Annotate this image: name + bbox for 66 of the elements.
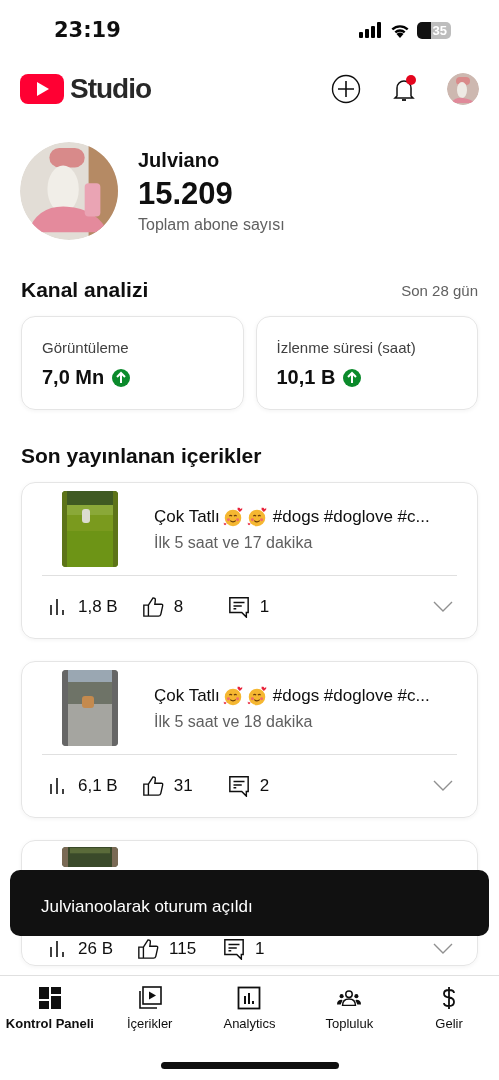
like-count: 115 [169, 939, 198, 959]
logo-text: Studio [70, 73, 152, 105]
metric-label: Görüntüleme [42, 339, 130, 356]
comment-count: 1 [259, 597, 271, 617]
comment-icon [223, 938, 245, 960]
dashboard-icon [37, 986, 62, 1010]
view-count: 6,1 B [78, 776, 118, 796]
period-label: Son 28 gün [401, 281, 478, 299]
video-hashtags: #dogs #doglove #c... [272, 507, 430, 527]
channel-name: Julviano [138, 148, 221, 172]
comment-count: 1 [255, 939, 266, 959]
toast-text: Julvianoolarak oturum açıldı [41, 897, 253, 917]
video-library-icon [137, 986, 162, 1010]
signal-icon [359, 22, 383, 38]
thumbs-up-icon [141, 596, 164, 618]
video-card[interactable]: Çok Tatlı #dogs #doglove #c... İlk 5 saat ve 17 dakika 1,8 B 8 1 [21, 482, 478, 639]
metric-value: 10,1 B [276, 366, 336, 389]
subscriber-count: 15.209 [138, 175, 234, 212]
bar-chart-icon [50, 599, 64, 615]
thumbs-up-icon [137, 938, 159, 960]
section-title: Son yayınlanan içerikler [21, 444, 262, 467]
section-title: Kanal analizi [21, 278, 149, 302]
bar-chart-icon [50, 778, 64, 794]
nav-tab[interactable]: Analytics [199, 976, 300, 1046]
smiling-face-icon [221, 685, 244, 707]
nav-tab[interactable]: Gelir [399, 976, 499, 1046]
metric-card[interactable]: Görüntüleme 7,0 Mn [21, 316, 244, 410]
play-logo-icon [20, 74, 64, 104]
comment-icon [227, 775, 250, 797]
video-card[interactable]: Çok Tatlı #dogs #doglove #c... İlk 5 saat ve 18 dakika 6,1 B 31 2 [21, 661, 478, 818]
chevron-down-icon [433, 943, 453, 955]
nav-tab[interactable]: İçerikler [99, 976, 200, 1046]
video-title: Çok Tatlı [154, 686, 220, 706]
smiling-face-icon [245, 685, 268, 707]
metric-label: İzlenme süresi (saat) [276, 339, 417, 356]
view-count: 26 B [78, 939, 113, 959]
smiling-face-icon [221, 506, 244, 528]
wifi-icon [389, 22, 411, 38]
like-count: 8 [173, 597, 185, 617]
expand-button[interactable] [433, 780, 453, 792]
expand-button[interactable] [433, 601, 453, 613]
bar-chart-icon [50, 941, 64, 957]
battery-indicator: 35 [417, 21, 451, 39]
nav-tab[interactable]: Topluluk [299, 976, 400, 1046]
metric-value: 7,0 Mn [42, 366, 105, 389]
expand-button[interactable] [433, 943, 453, 955]
bar-chart-icon [237, 986, 262, 1010]
like-count: 31 [173, 776, 194, 796]
chevron-down-icon [433, 601, 453, 613]
video-subtitle: İlk 5 saat ve 17 dakika [154, 534, 314, 552]
subscriber-label: Toplam abone sayısı [138, 215, 285, 234]
account-avatar[interactable] [447, 73, 479, 105]
comment-count: 2 [259, 776, 271, 796]
nav-tab[interactable]: Kontrol Paneli [0, 976, 100, 1046]
video-hashtags: #dogs #doglove #c... [272, 686, 430, 706]
metric-card[interactable]: İzlenme süresi (saat) 10,1 B [255, 316, 478, 410]
thumbs-up-icon [141, 775, 164, 797]
comment-icon [227, 596, 250, 618]
create-button[interactable] [331, 74, 361, 104]
view-count: 1,8 B [78, 597, 118, 617]
smiling-face-icon [245, 506, 268, 528]
video-title: Çok Tatlı [154, 507, 220, 527]
status-time: 23:19 [54, 18, 121, 42]
chevron-down-icon [433, 780, 453, 792]
video-subtitle: İlk 5 saat ve 18 dakika [154, 713, 314, 731]
plus-circle-icon [331, 74, 361, 104]
